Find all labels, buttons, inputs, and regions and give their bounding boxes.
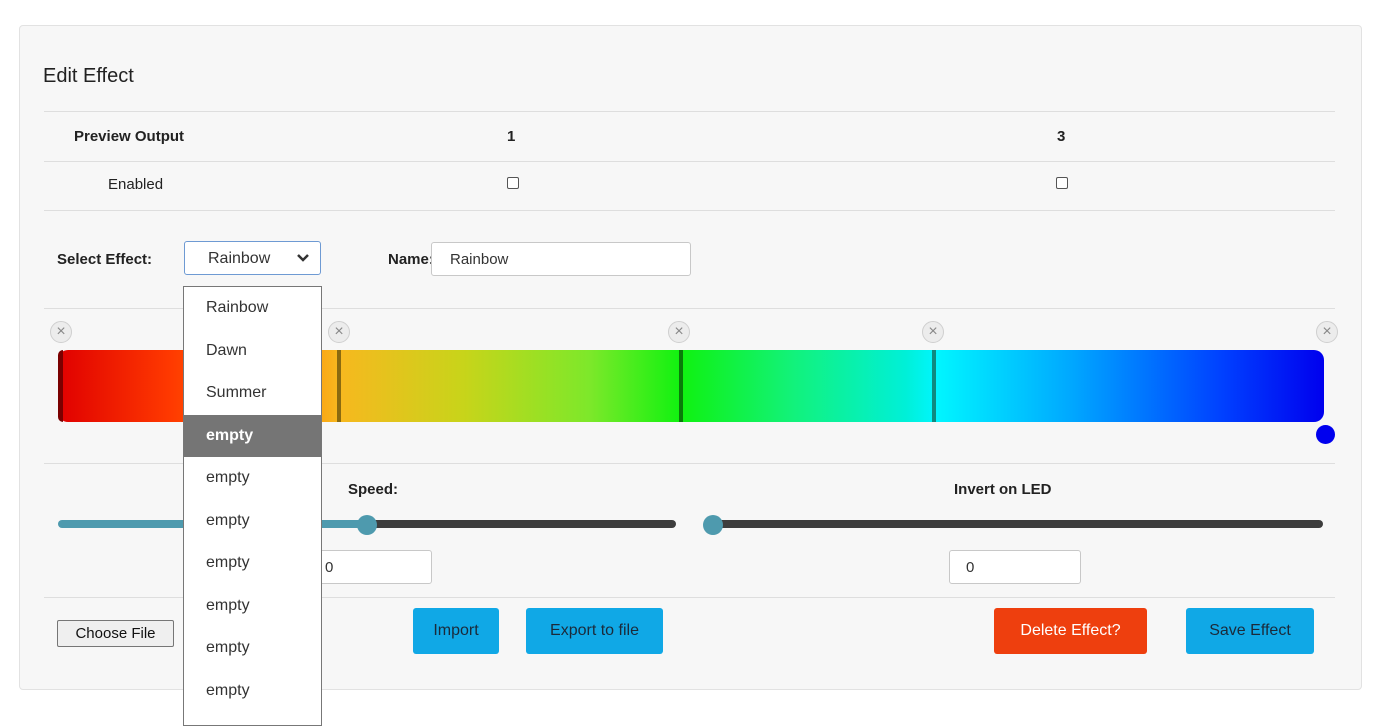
- effect-name-input[interactable]: Rainbow: [431, 242, 691, 276]
- speed-value-input[interactable]: 0: [310, 550, 432, 584]
- remove-stop-5-close-icon[interactable]: ×: [1316, 321, 1338, 343]
- effect-option-rainbow[interactable]: Rainbow: [184, 287, 321, 330]
- effect-select-dropdown: Rainbow Dawn Summer empty empty empty em…: [183, 286, 322, 726]
- remove-stop-3-close-icon[interactable]: ×: [668, 321, 690, 343]
- remove-stop-2-label: ×: [334, 323, 344, 340]
- select-effect-label: Select Effect:: [57, 251, 153, 268]
- remove-stop-1-label: ×: [56, 323, 66, 340]
- output-header-1: 1: [507, 128, 516, 145]
- speed-label: Speed:: [348, 481, 399, 498]
- effect-option-empty-highlighted[interactable]: empty: [184, 414, 321, 457]
- effect-option-empty[interactable]: empty: [184, 627, 321, 670]
- gradient-stop-marker[interactable]: [337, 350, 341, 422]
- invert-value-input[interactable]: 0: [949, 550, 1081, 584]
- export-to-file-button[interactable]: Export to file: [526, 608, 663, 654]
- effect-name-value: Rainbow: [450, 251, 509, 268]
- save-effect-button[interactable]: Save Effect: [1186, 608, 1314, 654]
- invert-value: 0: [966, 559, 975, 576]
- effect-option-empty[interactable]: empty: [184, 585, 321, 628]
- delete-effect-button[interactable]: Delete Effect?: [994, 608, 1147, 654]
- effect-option-empty[interactable]: empty: [184, 670, 321, 713]
- invert-on-led-label: Invert on LED: [954, 481, 1052, 498]
- remove-stop-4-close-icon[interactable]: ×: [922, 321, 944, 343]
- effect-select-value: Rainbow: [208, 250, 271, 267]
- remove-stop-5-label: ×: [1322, 323, 1332, 340]
- remove-stop-3-label: ×: [674, 323, 684, 340]
- effect-option-dawn[interactable]: Dawn: [184, 330, 321, 373]
- divider: [44, 111, 1335, 112]
- output-header-3: 3: [1057, 128, 1066, 145]
- divider: [44, 161, 1335, 162]
- effect-option-empty[interactable]: empty: [184, 542, 321, 585]
- output-3-enabled-checkbox[interactable]: [1056, 177, 1068, 189]
- effect-option-empty[interactable]: empty: [184, 500, 321, 543]
- output-1-enabled-checkbox[interactable]: [507, 177, 519, 189]
- speed-slider-thumb[interactable]: [357, 515, 377, 535]
- panel-title: Edit Effect: [43, 65, 134, 87]
- gradient-end-handle[interactable]: [1316, 425, 1335, 444]
- name-label: Name:: [388, 251, 434, 268]
- gradient-stop-marker[interactable]: [679, 350, 683, 422]
- divider: [44, 210, 1335, 211]
- import-button[interactable]: Import: [413, 608, 499, 654]
- effect-option-summer[interactable]: Summer: [184, 372, 321, 415]
- enabled-label: Enabled: [108, 176, 164, 193]
- chevron-down-icon: [297, 254, 309, 262]
- remove-stop-4-label: ×: [928, 323, 938, 340]
- remove-stop-1-close-icon[interactable]: ×: [50, 321, 72, 343]
- choose-file-button[interactable]: Choose File: [57, 620, 174, 647]
- preview-output-label: Preview Output: [74, 128, 185, 145]
- effect-option-empty[interactable]: empty: [184, 457, 321, 500]
- speed-value: 0: [325, 559, 334, 576]
- gradient-stop-marker[interactable]: [932, 350, 936, 422]
- gradient-stop-marker[interactable]: [58, 350, 63, 422]
- invert-on-led-slider[interactable]: [705, 520, 1323, 528]
- effect-select[interactable]: Rainbow: [184, 241, 321, 275]
- remove-stop-2-close-icon[interactable]: ×: [328, 321, 350, 343]
- invert-on-led-slider-thumb[interactable]: [703, 515, 723, 535]
